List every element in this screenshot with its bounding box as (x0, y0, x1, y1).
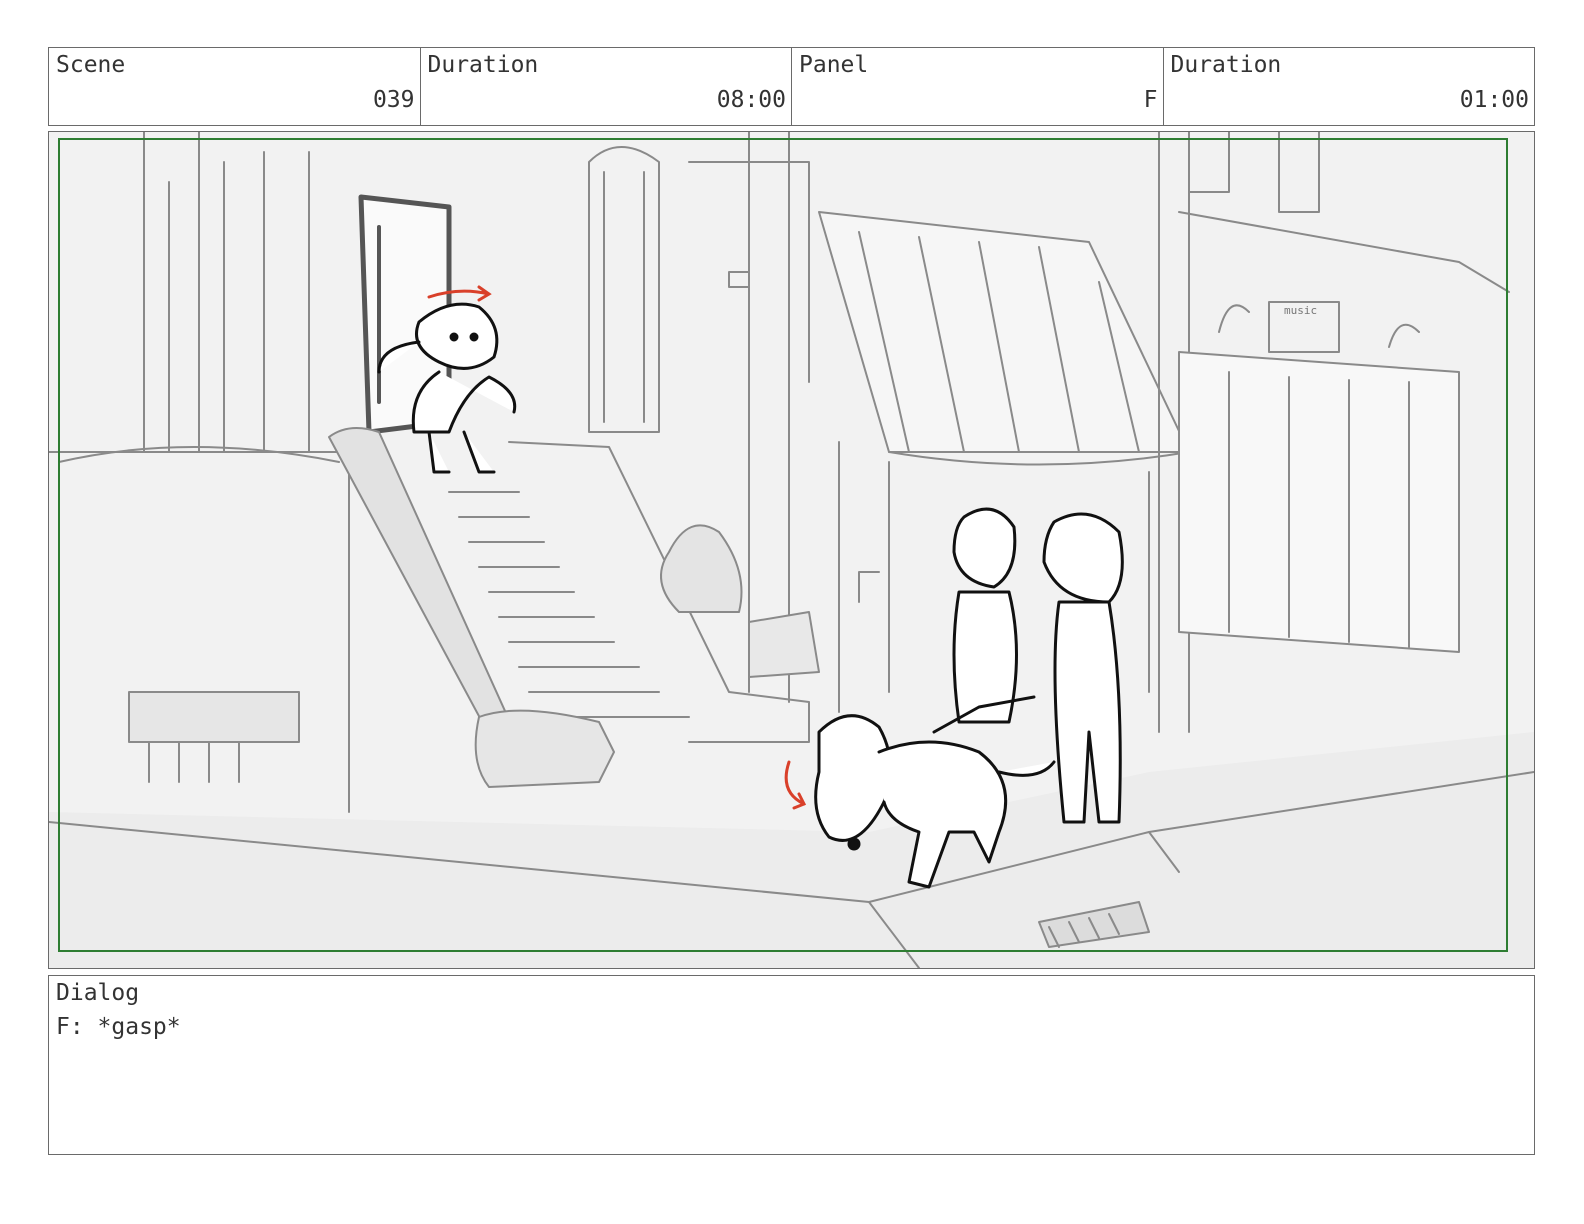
scene-cell: Scene 039 (49, 48, 421, 125)
panel-duration-label: Duration (1170, 52, 1282, 78)
dialog-text: F: *gasp* (56, 1014, 181, 1040)
dialog-label: Dialog (56, 980, 140, 1006)
storyboard-artwork: music (49, 132, 1534, 968)
panel-duration-value: 01:00 (1459, 87, 1529, 113)
scene-label: Scene (56, 52, 126, 78)
panel-duration-cell: Duration 01:00 (1164, 48, 1535, 125)
music-sign: music (1284, 304, 1317, 317)
dialog-box: Dialog F: *gasp* (48, 975, 1535, 1155)
scene-duration-label: Duration (427, 52, 539, 78)
panel-label: Panel (799, 52, 869, 78)
panel-letter: F (1143, 87, 1158, 113)
street-background: music (49, 132, 1534, 968)
storyboard-panel: music (48, 131, 1535, 969)
panel-info-header: Scene 039 Duration 08:00 Panel F Duratio… (48, 47, 1535, 126)
scene-duration-value: 08:00 (716, 87, 786, 113)
scene-duration-cell: Duration 08:00 (421, 48, 792, 125)
scene-number: 039 (372, 87, 415, 113)
panel-cell: Panel F (792, 48, 1164, 125)
